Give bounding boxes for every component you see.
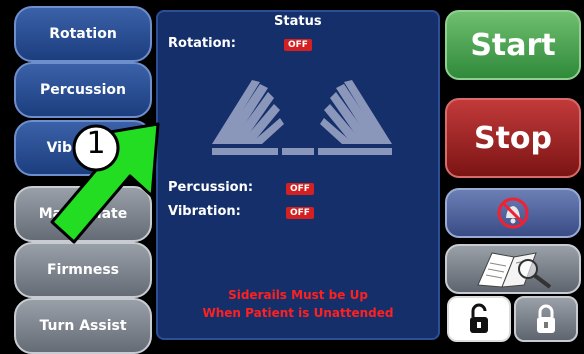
rotation-label: Rotation <box>49 26 117 42</box>
lock-button[interactable] <box>514 296 578 342</box>
lock-icon <box>537 304 555 333</box>
turn-assist-label: Turn Assist <box>39 318 127 334</box>
stop-label: Stop <box>473 120 553 156</box>
unlock-icon <box>470 303 488 333</box>
start-button[interactable]: Start <box>445 10 581 80</box>
percussion-status-badge: OFF <box>286 183 314 195</box>
manual-search-icon <box>477 252 552 289</box>
start-label: Start <box>470 27 556 63</box>
turn-assist-button[interactable]: Turn Assist <box>14 298 152 354</box>
status-panel: Status Rotation: OFF Percussion: OFF Vib… <box>156 10 440 340</box>
percussion-status-label: Percussion: <box>168 180 254 195</box>
alarm-mute-icon <box>497 197 529 229</box>
status-title: Status <box>274 14 322 29</box>
manual-search-button[interactable] <box>445 244 581 294</box>
percussion-label: Percussion <box>40 82 126 98</box>
stop-button[interactable]: Stop <box>445 98 581 178</box>
unlock-button[interactable] <box>447 296 511 342</box>
firmness-label: Firmness <box>47 262 119 278</box>
vibration-status-badge: OFF <box>286 207 314 219</box>
rotation-status-label: Rotation: <box>168 36 236 51</box>
step-number-badge: 1 <box>86 126 106 161</box>
rotation-button[interactable]: Rotation <box>14 6 152 62</box>
bed-rotation-graphic <box>212 80 392 155</box>
siderail-warning-line1: Siderails Must be Up <box>228 288 368 302</box>
alarm-mute-button[interactable] <box>445 188 581 238</box>
bed-control-screen: Rotation Percussion Vibration Max Inflat… <box>0 0 584 354</box>
siderail-warning-line2: When Patient is Unattended <box>202 306 394 320</box>
rotation-status-badge: OFF <box>284 39 312 51</box>
